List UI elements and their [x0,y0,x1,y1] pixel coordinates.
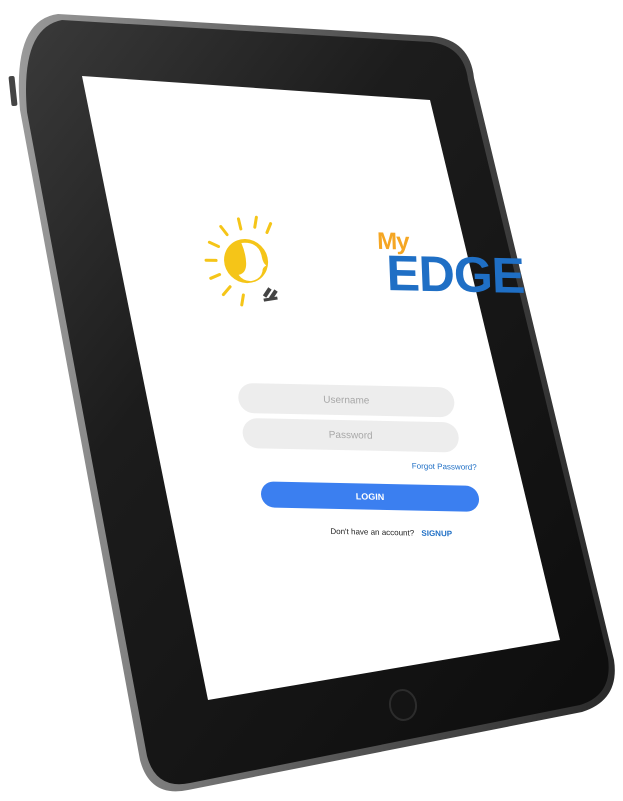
login-screen: My EDGE Forgot Password? LOGIN Don't hav… [100,100,562,690]
login-button[interactable]: LOGIN [260,481,480,512]
signup-link[interactable]: SIGNUP [421,529,452,539]
password-input[interactable] [242,417,460,453]
side-button [8,75,18,107]
forgot-password-link[interactable]: Forgot Password? [412,462,477,472]
device-mockup: My EDGE Forgot Password? LOGIN Don't hav… [0,0,623,801]
logo-edge-text: EDGE [385,244,526,304]
username-input[interactable] [237,382,455,418]
signup-row: Don't have an account? SIGNUP [330,527,452,539]
app-logo: My EDGE [200,214,525,319]
sun-face-icon [204,215,278,307]
no-account-text: Don't have an account? [330,526,415,538]
